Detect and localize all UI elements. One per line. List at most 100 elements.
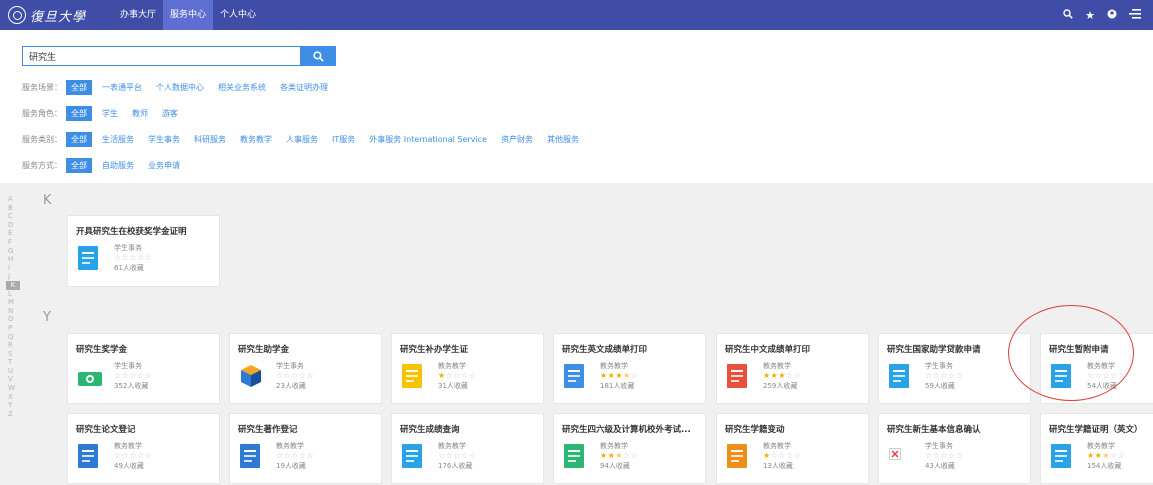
alphabet-letter-q[interactable]: Q [6, 333, 22, 342]
rating-stars[interactable]: ☆☆☆☆☆ [925, 451, 963, 461]
filter-option[interactable]: 学生事务 [148, 134, 180, 145]
top-right-icons: ★ [1063, 0, 1141, 30]
search-bar [22, 46, 336, 66]
alphabet-letter-k[interactable]: K [6, 280, 20, 290]
filter-option[interactable]: 教务教学 [240, 134, 272, 145]
service-card[interactable]: 研究生学籍变动 教务教学 ★☆☆☆☆ 13人收藏 [716, 413, 869, 484]
alphabet-letter-s[interactable]: S [6, 350, 22, 359]
favorite-count: 176人收藏 [438, 462, 473, 470]
alphabet-letter-o[interactable]: O [6, 315, 22, 324]
alphabet-letter-z[interactable]: Z [6, 410, 22, 419]
alphabet-letter-p[interactable]: P [6, 324, 22, 333]
filter-option[interactable]: 相关业务系统 [218, 82, 266, 93]
service-card[interactable]: 研究生补办学生证 教务教学 ★☆☆☆☆ 31人收藏 [391, 333, 544, 404]
alphabet-letter-y[interactable]: Y [6, 401, 22, 410]
filter-option[interactable]: 全部 [66, 131, 92, 147]
rating-stars[interactable]: ★★★☆☆ [763, 371, 801, 381]
filter-option[interactable]: 各类证明办理 [280, 82, 328, 93]
filter-option[interactable]: 一表通平台 [102, 82, 142, 93]
filter-option[interactable]: 自助服务 [102, 160, 134, 171]
rating-stars[interactable]: ★★★☆☆ [600, 451, 638, 461]
service-card[interactable]: 研究生著作登记 教务教学 ☆☆☆☆☆ 19人收藏 [229, 413, 382, 484]
service-title: 研究生著作登记 [238, 425, 298, 435]
filter-option[interactable]: 个人数据中心 [156, 82, 204, 93]
alphabet-letter-i[interactable]: I [6, 264, 22, 273]
alphabet-letter-j[interactable]: J [6, 272, 22, 281]
service-card[interactable]: 研究生奖学金 学生事务 ☆☆☆☆☆ 352人收藏 [67, 333, 220, 404]
rating-stars[interactable]: ★☆☆☆☆ [438, 371, 476, 381]
user-icon[interactable] [1107, 9, 1117, 22]
alphabet-letter-d[interactable]: D [6, 221, 22, 230]
service-meta: 教务教学 ☆☆☆☆☆ 176人收藏 [438, 442, 476, 472]
alphabet-letter-c[interactable]: C [6, 212, 22, 221]
alphabet-letter-e[interactable]: E [6, 229, 22, 238]
service-card[interactable]: 研究生助学金 学生事务 ☆☆☆☆☆ 23人收藏 [229, 333, 382, 404]
rating-stars[interactable]: ☆☆☆☆☆ [114, 371, 152, 381]
alphabet-letter-f[interactable]: F [6, 238, 22, 247]
alphabet-letter-g[interactable]: G [6, 247, 22, 256]
rating-stars[interactable]: ☆☆☆☆☆ [114, 451, 152, 461]
filter-option[interactable]: 学生 [102, 108, 118, 119]
filter-option[interactable]: 其他服务 [547, 134, 579, 145]
filter-row: 服务方式： 全部 自助服务 业务申请 [22, 157, 194, 173]
star-icon[interactable]: ★ [1085, 9, 1095, 22]
filter-row: 服务场景： 全部 一表通平台 个人数据中心 相关业务系统 各类证明办理 [22, 79, 342, 95]
alphabet-letter-r[interactable]: R [6, 341, 22, 350]
university-logo[interactable]: 復旦大學 [8, 5, 86, 25]
rating-stars[interactable]: ☆☆☆☆☆ [114, 253, 152, 263]
filter-option[interactable]: 资产财务 [501, 134, 533, 145]
search-icon[interactable] [1063, 8, 1073, 22]
service-card[interactable]: 研究生英文成绩单打印 教务教学 ★★★★☆ 181人收藏 [553, 333, 706, 404]
nav-item-0[interactable]: 办事大厅 [113, 0, 163, 30]
section-letter: K [43, 193, 52, 208]
nav-item-2[interactable]: 个人中心 [213, 0, 263, 30]
alphabet-letter-x[interactable]: X [6, 393, 22, 402]
rating-stars[interactable]: ★★★☆☆ [1087, 451, 1125, 461]
service-card[interactable]: 研究生四六级及计算机校外考试... 教务教学 ★★★☆☆ 94人收藏 [553, 413, 706, 484]
rating-stars[interactable]: ☆☆☆☆☆ [276, 371, 314, 381]
service-card[interactable]: 研究生成绩查询 教务教学 ☆☆☆☆☆ 176人收藏 [391, 413, 544, 484]
filter-option[interactable]: 全部 [66, 79, 92, 95]
search-button[interactable] [300, 46, 336, 66]
filter-option[interactable]: 科研服务 [194, 134, 226, 145]
paper-icon [78, 444, 98, 468]
filter-option[interactable]: 生活服务 [102, 134, 134, 145]
filter-option[interactable]: 游客 [162, 108, 178, 119]
service-card[interactable]: 开具研究生在校获奖学金证明 学生事务 ☆☆☆☆☆ 61人收藏 [67, 215, 220, 287]
alphabet-letter-n[interactable]: N [6, 307, 22, 316]
alphabet-letter-w[interactable]: W [6, 384, 22, 393]
service-meta: 教务教学 ☆☆☆☆☆ 49人收藏 [114, 442, 152, 472]
certificate-icon [1051, 444, 1071, 468]
alphabet-letter-t[interactable]: T [6, 358, 22, 367]
alphabet-letter-v[interactable]: V [6, 375, 22, 384]
filter-option[interactable]: IT服务 [332, 134, 355, 145]
rating-stars[interactable]: ☆☆☆☆☆ [276, 451, 314, 461]
service-card[interactable]: 研究生论文登记教务教学 ☆☆☆☆☆ 49人收藏 [67, 413, 220, 484]
service-title: 研究生论文登记 [76, 425, 136, 435]
filter-option[interactable]: 人事服务 [286, 134, 318, 145]
rating-stars[interactable]: ★☆☆☆☆ [763, 451, 801, 461]
service-card[interactable]: 研究生学籍证明（英文） 教务教学 ★★★☆☆ 154人收藏 [1040, 413, 1153, 484]
filter-option[interactable]: 教师 [132, 108, 148, 119]
filter-option[interactable]: 业务申请 [148, 160, 180, 171]
alphabet-letter-b[interactable]: B [6, 204, 22, 213]
rating-stars[interactable]: ☆☆☆☆☆ [438, 451, 476, 461]
alphabet-letter-h[interactable]: H [6, 255, 22, 264]
alphabet-letter-l[interactable]: L [6, 290, 22, 299]
service-card[interactable]: 研究生中文成绩单打印 教务教学 ★★★☆☆ 259人收藏 [716, 333, 869, 404]
filter-option[interactable]: 全部 [66, 105, 92, 121]
service-title: 研究生新生基本信息确认 [887, 425, 981, 435]
alphabet-letter-u[interactable]: U [6, 367, 22, 376]
alphabet-letter-m[interactable]: M [6, 298, 22, 307]
query-icon [402, 444, 422, 468]
rating-stars[interactable]: ☆☆☆☆☆ [925, 371, 963, 381]
service-category: 教务教学 [600, 442, 628, 450]
menu-icon[interactable] [1129, 8, 1141, 22]
filter-option[interactable]: 全部 [66, 157, 92, 173]
alphabet-letter-a[interactable]: A [6, 195, 22, 204]
search-input[interactable] [22, 46, 300, 66]
rating-stars[interactable]: ★★★★☆ [600, 371, 638, 381]
filter-option[interactable]: 外事服务 International Service [369, 134, 487, 145]
nav-item-1[interactable]: 服务中心 [163, 0, 214, 30]
service-card[interactable]: 研究生新生基本信息确认 学生事务 ☆☆☆☆☆ 43人收藏 [878, 413, 1031, 484]
